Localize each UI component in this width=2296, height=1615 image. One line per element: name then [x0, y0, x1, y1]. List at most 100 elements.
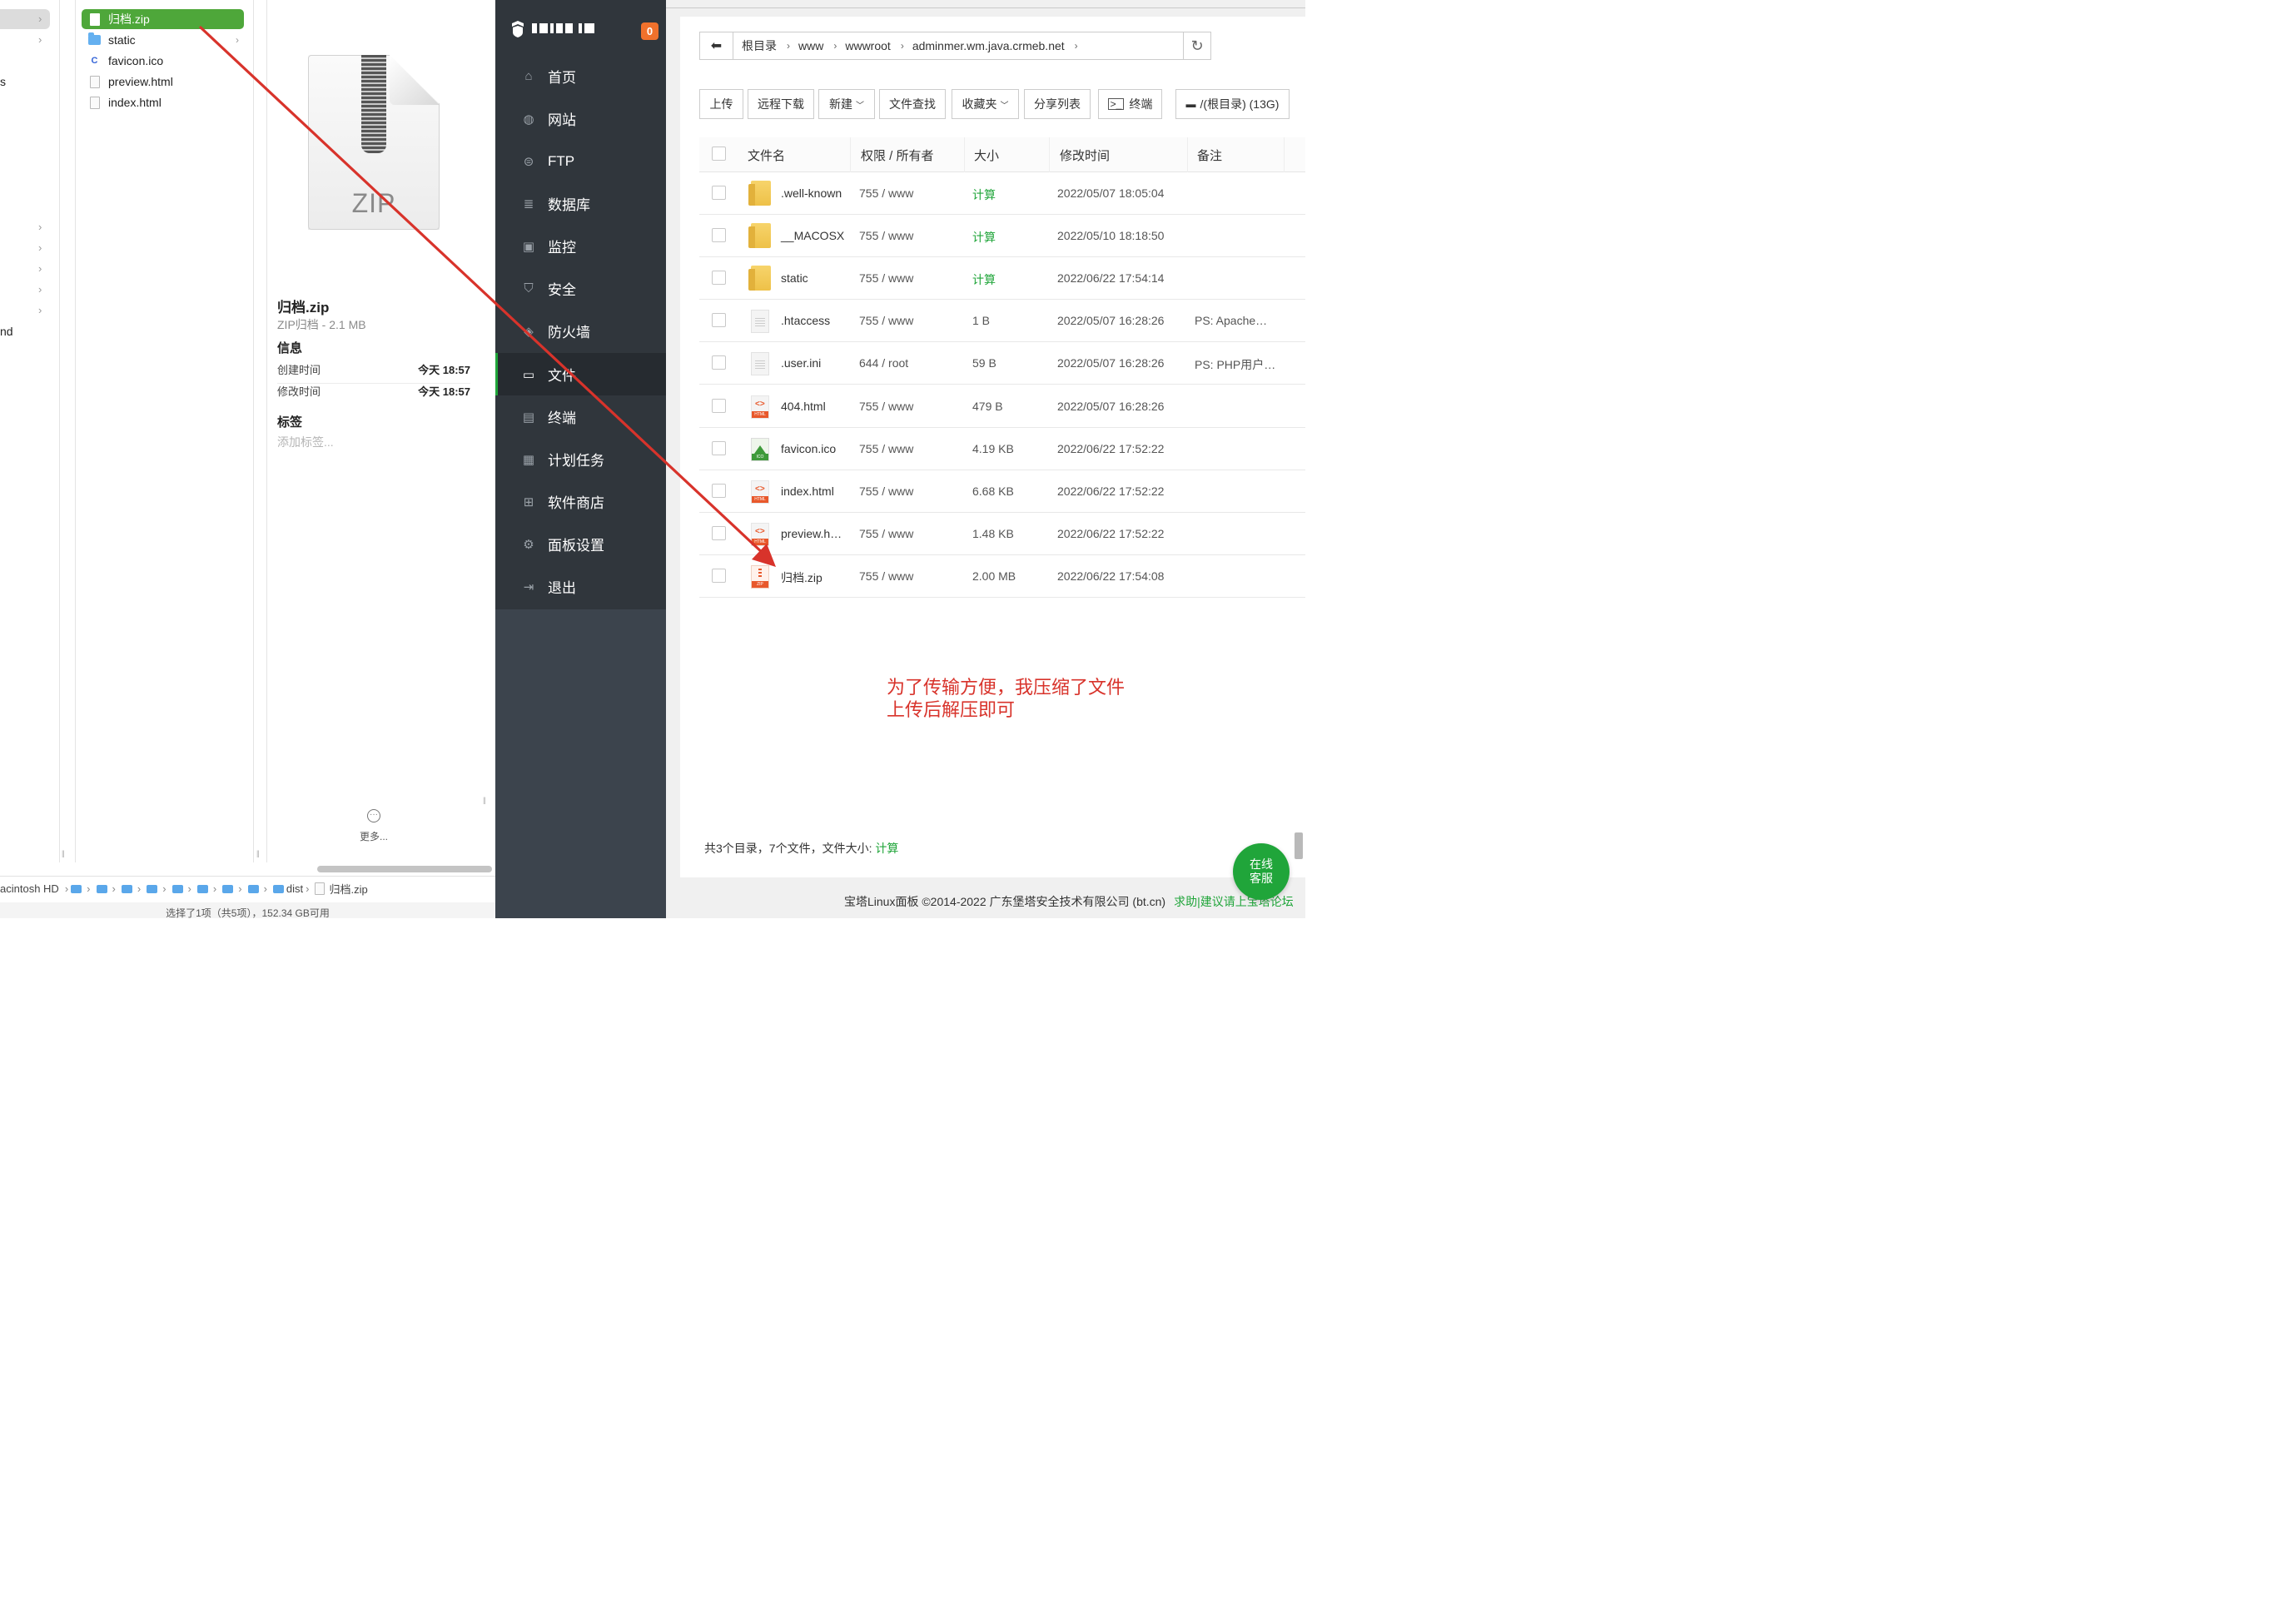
file-size[interactable]: 计算	[972, 186, 996, 203]
sidebar-item-home[interactable]: ⌂ 首页	[495, 55, 666, 97]
row-checkbox[interactable]	[712, 186, 726, 200]
sidebar-item-monitor[interactable]: ▣ 监控	[495, 225, 666, 267]
row-checkbox[interactable]	[712, 271, 726, 286]
table-row[interactable]: ICO favicon.ico 755 / www 4.19 KB 2022/06/22…	[699, 428, 1305, 470]
notification-badge[interactable]: 0	[641, 22, 658, 40]
column-resize-handle[interactable]: ||	[256, 849, 260, 857]
path-segment[interactable]: ›	[196, 882, 219, 895]
row-checkbox[interactable]	[712, 525, 726, 540]
new-button[interactable]: 新建 ﹀	[818, 89, 875, 119]
file-name[interactable]: 404.html	[781, 400, 826, 413]
file-note[interactable]: PS: PHP用户…	[1195, 356, 1275, 373]
sidebar-item-database[interactable]: ≣ 数据库	[495, 182, 666, 225]
file-size[interactable]: 计算	[972, 271, 996, 288]
table-row[interactable]: static 755 / www 计算 2022/06/22 17:54:14	[699, 257, 1305, 301]
column-header-mtime[interactable]: 修改时间	[1060, 147, 1110, 164]
table-row[interactable]: <> HTML index.html 755 / www 6.68 KB 2022/06/…	[699, 470, 1305, 513]
table-row[interactable]: __MACOSX 755 / www 计算 2022/05/10 18:18:50	[699, 215, 1305, 258]
finder-item-static[interactable]: static ›	[82, 30, 244, 50]
terminal-button[interactable]: >_ 终端	[1098, 89, 1162, 119]
column-resize-handle[interactable]: ||	[62, 849, 65, 857]
path-segment[interactable]: ›	[121, 882, 143, 895]
file-perm[interactable]: 755 / www	[859, 484, 913, 498]
sidebar-item-security[interactable]: ⛉ 安全	[495, 267, 666, 310]
file-name[interactable]: favicon.ico	[781, 442, 836, 455]
row-checkbox[interactable]	[712, 355, 726, 370]
breadcrumb-site[interactable]: adminmer.wm.java.crmeb.net	[912, 39, 1065, 52]
more-button[interactable]: ··· 更多...	[359, 809, 389, 843]
column-header-name[interactable]: 文件名	[748, 147, 785, 164]
file-perm[interactable]: 755 / www	[859, 527, 913, 540]
table-row[interactable]: .well-known 755 / www 计算 2022/05/07 18:05:0…	[699, 172, 1305, 215]
file-note[interactable]: PS: Apache…	[1195, 314, 1267, 327]
disk-button[interactable]: ▬ /(根目录) (13G)	[1175, 89, 1290, 119]
row-checkbox[interactable]	[712, 483, 726, 498]
file-perm[interactable]: 755 / www	[859, 442, 913, 455]
row-checkbox[interactable]	[712, 398, 726, 413]
path-segment[interactable]: ›	[147, 882, 168, 895]
file-perm[interactable]: 755 / www	[859, 271, 913, 285]
sidebar-item-cron[interactable]: ▦ 计划任务	[495, 438, 666, 480]
path-segment[interactable]: ›	[247, 882, 270, 895]
path-dist[interactable]: dist ›	[272, 882, 312, 895]
vertical-scrollbar[interactable]	[1295, 832, 1303, 859]
file-name[interactable]: .htaccess	[781, 314, 830, 327]
row-checkbox[interactable]	[712, 313, 726, 328]
breadcrumb-wwwroot[interactable]: wwwroot	[845, 39, 890, 52]
finder-item-index[interactable]: index.html	[82, 92, 244, 112]
file-size[interactable]: 计算	[972, 229, 996, 246]
table-row[interactable]: .htaccess 755 / www 1 B 2022/05/07 16:28:26…	[699, 300, 1305, 343]
path-segment[interactable]: ›	[96, 882, 118, 895]
table-row[interactable]: <> HTML preview.h… 755 / www 1.48 KB 2022/06/…	[699, 513, 1305, 555]
file-name[interactable]: __MACOSX	[781, 229, 844, 242]
path-root[interactable]: acintosh HD	[0, 882, 59, 895]
breadcrumb-root[interactable]: 根目录	[742, 37, 777, 54]
file-perm[interactable]: 755 / www	[859, 186, 913, 200]
sidebar-item-terminal[interactable]: ▤ 终端	[495, 395, 666, 438]
file-name[interactable]: 归档.zip	[781, 569, 822, 586]
column-header-perm[interactable]: 权限 / 所有者	[861, 147, 934, 164]
file-name[interactable]: preview.h…	[781, 527, 842, 540]
table-row[interactable]: <> HTML 404.html 755 / www 479 B 2022/05/07 1…	[699, 385, 1305, 428]
add-tag-field[interactable]: 添加标签...	[277, 434, 334, 450]
forum-link[interactable]: 求助|建议请上宝塔论坛	[1174, 895, 1294, 908]
column-header-size[interactable]: 大小	[974, 147, 999, 164]
online-support-button[interactable]: 在线 客服	[1233, 843, 1290, 900]
file-perm[interactable]: 644 / root	[859, 356, 908, 370]
upload-button[interactable]: 上传	[699, 89, 743, 119]
sidebar-item-firewall[interactable]: ◈ 防火墙	[495, 310, 666, 352]
sidebar-item-store[interactable]: ⊞ 软件商店	[495, 480, 666, 523]
file-name[interactable]: index.html	[781, 484, 834, 498]
finder-item-favicon[interactable]: C favicon.ico	[82, 51, 244, 71]
sidebar-item-files[interactable]: ▭ 文件	[495, 353, 666, 395]
row-checkbox[interactable]	[712, 228, 726, 243]
back-arrow-icon[interactable]: ⬅	[700, 32, 733, 59]
sidebar-item-ftp[interactable]: ⊜ FTP	[495, 140, 666, 182]
file-perm[interactable]: 755 / www	[859, 314, 913, 327]
finder-parent-selection[interactable]	[0, 9, 50, 29]
row-checkbox[interactable]	[712, 440, 726, 455]
horizontal-scrollbar[interactable]	[317, 866, 492, 872]
path-file[interactable]: 归档.zip	[315, 881, 368, 897]
calc-total-size-link[interactable]: 计算	[875, 842, 898, 855]
path-segment[interactable]: ›	[222, 882, 244, 895]
table-row[interactable]: ZIP 归档.zip 755 / www 2.00 MB 2022/06/22 17:5…	[699, 555, 1305, 598]
remote-download-button[interactable]: 远程下载	[748, 89, 814, 119]
select-all-checkbox[interactable]	[712, 147, 726, 161]
table-row[interactable]: .user.ini 644 / root 59 B 2022/05/07 16:28:…	[699, 342, 1305, 385]
sidebar-item-logout[interactable]: ⇥ 退出	[495, 565, 666, 608]
path-segment[interactable]: ›	[71, 882, 92, 895]
favorites-button[interactable]: 收藏夹 ﹀	[952, 89, 1019, 119]
file-name[interactable]: .user.ini	[781, 356, 821, 370]
file-perm[interactable]: 755 / www	[859, 569, 913, 583]
finder-item-preview[interactable]: preview.html	[82, 72, 244, 92]
column-resize-handle[interactable]: ||	[483, 796, 486, 804]
share-list-button[interactable]: 分享列表	[1024, 89, 1091, 119]
sidebar-item-website[interactable]: ◍ 网站	[495, 97, 666, 140]
file-name[interactable]: .well-known	[781, 186, 842, 200]
path-segment[interactable]: ›	[171, 882, 194, 895]
truncated-item-label[interactable]: nd	[0, 325, 13, 338]
breadcrumb-www[interactable]: www	[798, 39, 823, 52]
row-checkbox[interactable]	[712, 568, 726, 583]
file-search-button[interactable]: 文件查找	[879, 89, 946, 119]
